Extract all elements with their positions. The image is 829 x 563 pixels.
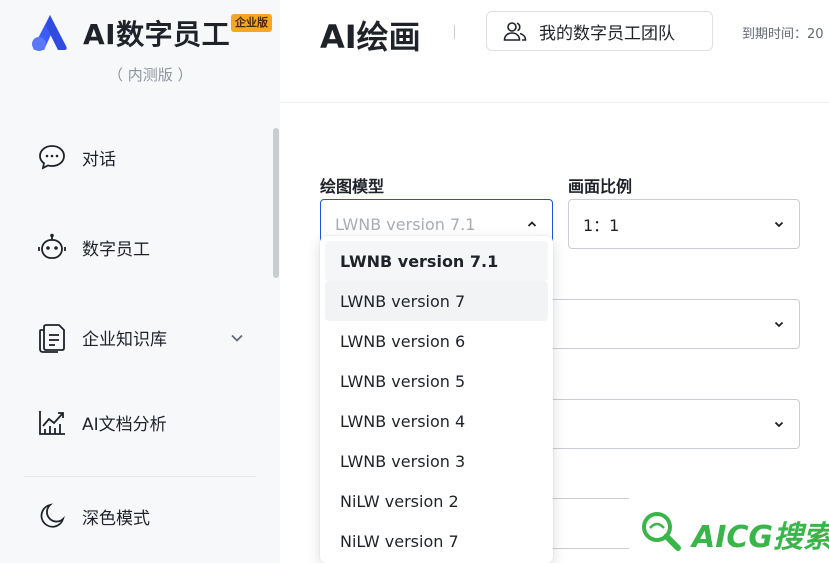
chevron-down-icon (774, 221, 784, 228)
sidebar-item-dark-mode[interactable]: 深色模式 (36, 500, 150, 532)
watermark: AICG搜索 (630, 500, 829, 563)
chat-bubble-icon (36, 141, 68, 173)
chevron-down-icon (774, 321, 784, 328)
document-icon (36, 321, 68, 353)
model-label: 绘图模型 (320, 177, 385, 196)
dropdown-option-lwnb-7-1[interactable]: LWNB version 7.1 (325, 241, 548, 281)
sidebar-scrollbar-thumb[interactable] (273, 128, 279, 278)
chevron-up-icon (527, 221, 537, 227)
dropdown-option-lwnb-4[interactable]: LWNB version 4 (325, 401, 548, 441)
sidebar-item-label: AI文档分析 (82, 414, 167, 435)
sidebar-item-doc-analysis[interactable]: AI文档分析 (36, 406, 167, 438)
my-team-button[interactable]: 我的数字员工团队 (486, 11, 713, 51)
sidebar-item-label: 企业知识库 (82, 329, 167, 350)
chart-analysis-icon (36, 406, 68, 438)
ratio-select[interactable]: 1：1 (568, 199, 800, 249)
dropdown-option-lwnb-3[interactable]: LWNB version 3 (325, 441, 548, 481)
header-separator (454, 25, 455, 39)
model-select-value: LWNB version 7.1 (335, 214, 476, 234)
users-icon (503, 22, 527, 41)
ratio-select-value: 1：1 (583, 216, 620, 235)
dropdown-option-lwnb-6[interactable]: LWNB version 6 (325, 321, 548, 361)
dropdown-option-lwnb-5[interactable]: LWNB version 5 (325, 361, 548, 401)
sidebar-item-digital-employee[interactable]: 数字员工 (36, 231, 150, 263)
header-divider (280, 102, 829, 103)
brand-subtitle: （ 内测版 ） (108, 66, 193, 84)
page-title: AI绘画 (320, 18, 421, 56)
hidden-field-bottom-border (540, 548, 629, 549)
ratio-label: 画面比例 (568, 177, 633, 196)
dropdown-option-nilw-7[interactable]: NiLW version 7 (325, 521, 548, 561)
sidebar-item-knowledge-base[interactable]: 企业知识库 (36, 321, 167, 353)
sidebar: AI数字员工 企业版 （ 内测版 ） 对话 数字员工 企业知识库 AI文档分析 … (0, 0, 280, 563)
robot-icon (36, 231, 68, 263)
watermark-text: AICG搜索 (692, 520, 829, 555)
chevron-down-icon[interactable] (228, 329, 246, 347)
expiry-date: 到期时间：20 (742, 27, 824, 42)
chevron-down-icon (774, 421, 784, 428)
brand-logo-icon (32, 15, 67, 51)
hidden-select-1[interactable] (540, 299, 800, 349)
my-team-button-label: 我的数字员工团队 (539, 23, 675, 44)
dropdown-option-lwnb-7[interactable]: LWNB version 7 (325, 281, 548, 321)
model-dropdown-menu: LWNB version 7.1 LWNB version 7 LWNB ver… (320, 236, 553, 563)
hidden-select-2[interactable] (540, 399, 800, 449)
sidebar-item-chat[interactable]: 对话 (36, 141, 116, 173)
brand-title: AI数字员工 (83, 18, 231, 51)
dropdown-option-nilw-2[interactable]: NiLW version 2 (325, 481, 548, 521)
sidebar-item-label: 深色模式 (82, 508, 150, 529)
moon-icon (36, 500, 68, 532)
magnifier-logo-icon (642, 512, 681, 551)
enterprise-badge: 企业版 (231, 14, 272, 32)
hidden-field-top-border (540, 498, 629, 499)
sidebar-item-label: 对话 (82, 149, 116, 170)
sidebar-divider (24, 476, 256, 477)
sidebar-item-label: 数字员工 (82, 239, 150, 260)
